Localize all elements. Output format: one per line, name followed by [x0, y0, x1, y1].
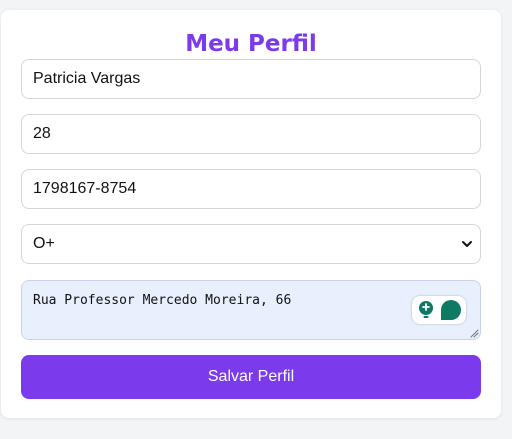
resize-grip-icon[interactable] [470, 329, 479, 338]
extension-badge[interactable] [412, 296, 466, 324]
address-textarea-value: Rua Professor Mercedo Moreira, 66 [33, 293, 292, 308]
page-title: Meu Perfil [185, 31, 317, 57]
age-input[interactable]: 28 [21, 114, 481, 154]
name-input[interactable]: Patricia Vargas [21, 59, 481, 99]
phone-input[interactable]: 1798167-8754 [21, 169, 481, 209]
blood-type-select[interactable]: O+ [21, 224, 481, 264]
name-input-value: Patricia Vargas [33, 70, 141, 87]
phone-input-value: 1798167-8754 [33, 180, 137, 197]
extension-icon [419, 300, 461, 320]
save-profile-button[interactable]: Salvar Perfil [21, 355, 481, 399]
blood-type-value: O+ [33, 235, 55, 252]
age-input-value: 28 [33, 125, 51, 142]
profile-card: Meu Perfil Patricia Vargas 28 1798167-87… [1, 10, 501, 418]
chevron-down-icon [462, 241, 472, 247]
